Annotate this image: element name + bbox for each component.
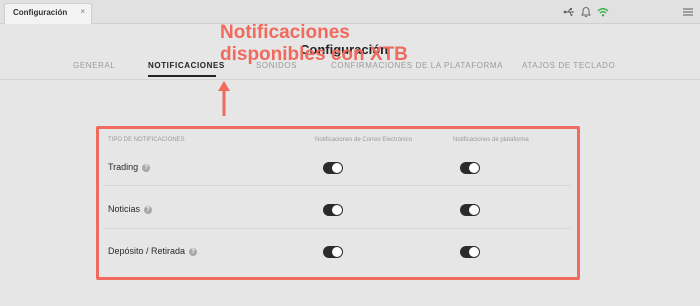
tab-notificaciones[interactable]: NOTIFICACIONES [148,61,225,70]
menu-icon[interactable] [682,6,694,18]
tab-label: Configuración [13,8,68,17]
wifi-icon[interactable] [597,6,609,18]
tab-configuracion[interactable]: Configuración × [4,3,92,24]
tab-atajos-de-teclado[interactable]: ATAJOS DE TECLADO [522,61,615,70]
tab-general[interactable]: GENERAL [73,61,115,70]
bell-icon[interactable] [580,6,592,18]
highlight-box [96,126,580,280]
annotation-arrow-icon [218,81,230,116]
usb-icon[interactable] [563,6,575,18]
active-tab-indicator [148,75,216,77]
annotation-text: Notificaciones disponibles con XTB [220,22,408,66]
annotation-line-2: disponibles con XTB [220,44,408,65]
nav-divider [0,79,700,80]
annotation-line-1: Notificaciones [220,22,350,43]
title-bar: Configuración × [0,0,700,24]
close-icon[interactable]: × [80,7,85,16]
